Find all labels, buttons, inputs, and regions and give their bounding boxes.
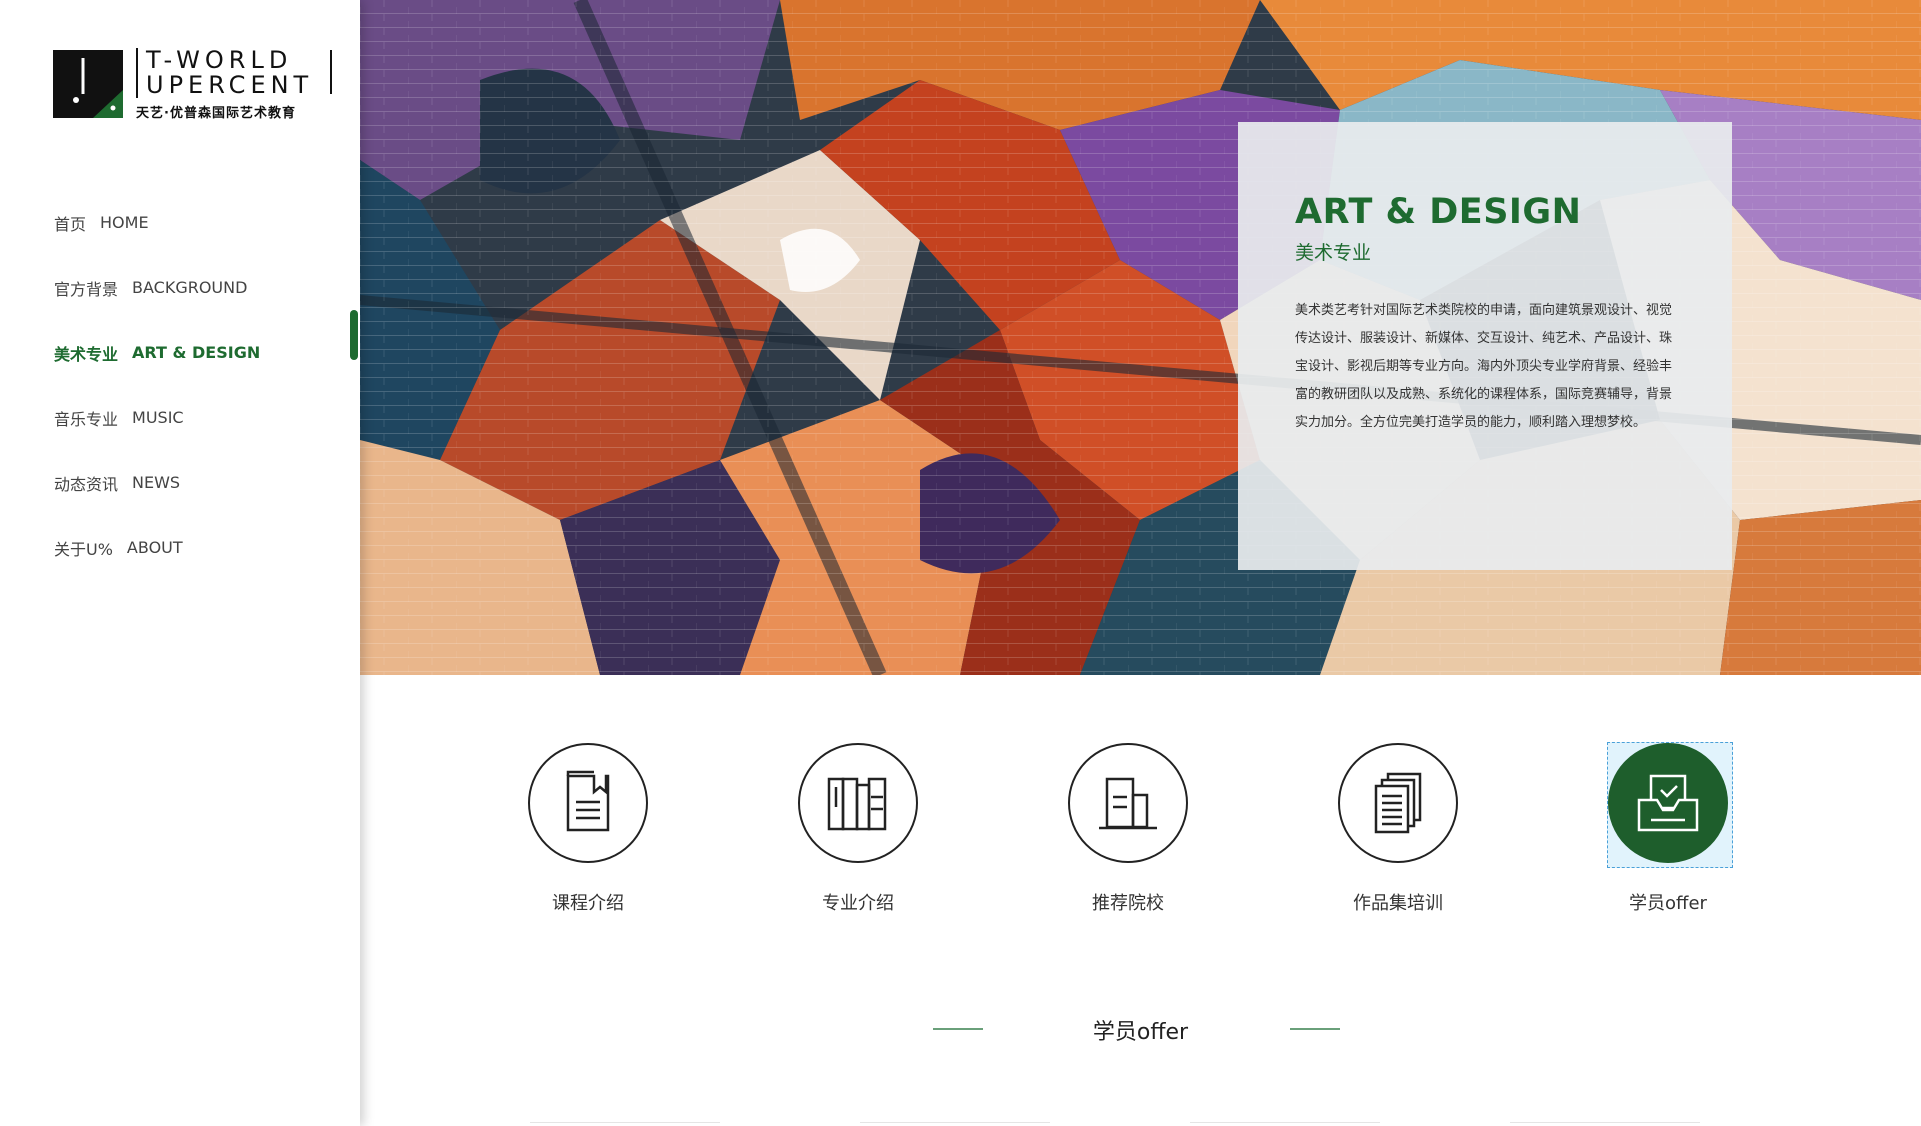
feature-label: 课程介绍 xyxy=(552,893,624,914)
nav-item-about[interactable]: 关于U% ABOUT xyxy=(54,515,354,580)
portfolio-stack-icon xyxy=(1374,772,1422,834)
hero-description: 美术类艺考针对国际艺术类院校的申请，面向建筑景观设计、视觉传达设计、服装设计、新… xyxy=(1295,303,1673,430)
logo-mark-icon xyxy=(53,50,123,118)
nav-label-en: HOME xyxy=(100,213,149,232)
brand-name-line1: T-WORLD xyxy=(146,46,293,74)
brand-tagline: 天艺·优普森国际艺术教育 xyxy=(136,106,296,121)
nav-label-zh: 音乐专业 xyxy=(54,409,119,429)
feature-portfolio-training[interactable]: 作品集培训 xyxy=(1313,740,1483,915)
section-heading: 学员offer xyxy=(360,1010,1921,1050)
offer-cards-top-edge xyxy=(360,1122,1921,1126)
nav-label-zh: 动态资讯 xyxy=(54,474,119,494)
feature-label: 专业介绍 xyxy=(822,893,894,914)
main-nav: 首页 HOME 官方背景 BACKGROUND 美术专业 ART & DESIG… xyxy=(54,190,354,580)
booklet-icon xyxy=(566,770,610,832)
feature-label: 作品集培训 xyxy=(1353,893,1443,914)
feature-circle[interactable] xyxy=(1068,743,1188,863)
nav-active-indicator xyxy=(350,310,358,360)
feature-label: 推荐院校 xyxy=(1092,893,1164,914)
nav-item-news[interactable]: 动态资讯 NEWS xyxy=(54,450,354,515)
nav-item-art-design[interactable]: 美术专业 ART & DESIGN xyxy=(54,320,354,385)
hero-info-card: ART & DESIGN 美术专业 美术类艺考针对国际艺术类院校的申请，面向建筑… xyxy=(1238,122,1732,570)
nav-label-en: ART & DESIGN xyxy=(132,343,261,362)
feature-circle[interactable] xyxy=(528,743,648,863)
brand-logo[interactable]: T-WORLD UPERCENT 天艺·优普森国际艺术教育 xyxy=(53,48,332,123)
nav-label-en: ABOUT xyxy=(126,538,183,557)
brand-wordmark: T-WORLD UPERCENT xyxy=(136,48,336,98)
feature-circle[interactable] xyxy=(798,743,918,863)
feature-links: 课程介绍 专业介绍 推荐院校 作品集培训 学员offer xyxy=(360,740,1921,930)
feature-circle[interactable] xyxy=(1338,743,1458,863)
nav-label-zh: 首页 xyxy=(54,214,87,234)
offer-tray-icon xyxy=(1637,774,1699,832)
nav-label-en: BACKGROUND xyxy=(132,278,248,297)
nav-label-zh: 美术专业 xyxy=(54,344,119,364)
section-title: 学员offer xyxy=(1092,1020,1189,1045)
sidebar: T-WORLD UPERCENT 天艺·优普森国际艺术教育 首页 HOME 官方… xyxy=(0,0,360,1126)
nav-item-background[interactable]: 官方背景 BACKGROUND xyxy=(54,255,354,320)
heading-rule-right xyxy=(1290,1028,1340,1030)
feature-label: 学员offer xyxy=(1629,893,1707,914)
building-icon xyxy=(1099,777,1157,830)
feature-course-intro[interactable]: 课程介绍 xyxy=(503,740,673,915)
nav-label-zh: 关于U% xyxy=(54,539,113,559)
nav-label-en: MUSIC xyxy=(132,408,184,427)
nav-label-en: NEWS xyxy=(132,473,181,492)
feature-recommended-schools[interactable]: 推荐院校 xyxy=(1043,740,1213,915)
hero-banner: ART & DESIGN 美术专业 美术类艺考针对国际艺术类院校的申请，面向建筑… xyxy=(360,0,1921,675)
hero-subtitle: 美术专业 xyxy=(1295,242,1372,264)
feature-student-offer[interactable]: 学员offer xyxy=(1583,740,1753,915)
nav-item-home[interactable]: 首页 HOME xyxy=(54,190,354,255)
brand-name-line2: UPERCENT xyxy=(146,71,314,99)
books-icon xyxy=(827,777,887,831)
feature-major-intro[interactable]: 专业介绍 xyxy=(773,740,943,915)
nav-item-music[interactable]: 音乐专业 MUSIC xyxy=(54,385,354,450)
hero-title: ART & DESIGN xyxy=(1295,192,1582,232)
feature-circle[interactable] xyxy=(1608,743,1728,863)
nav-label-zh: 官方背景 xyxy=(54,279,119,299)
